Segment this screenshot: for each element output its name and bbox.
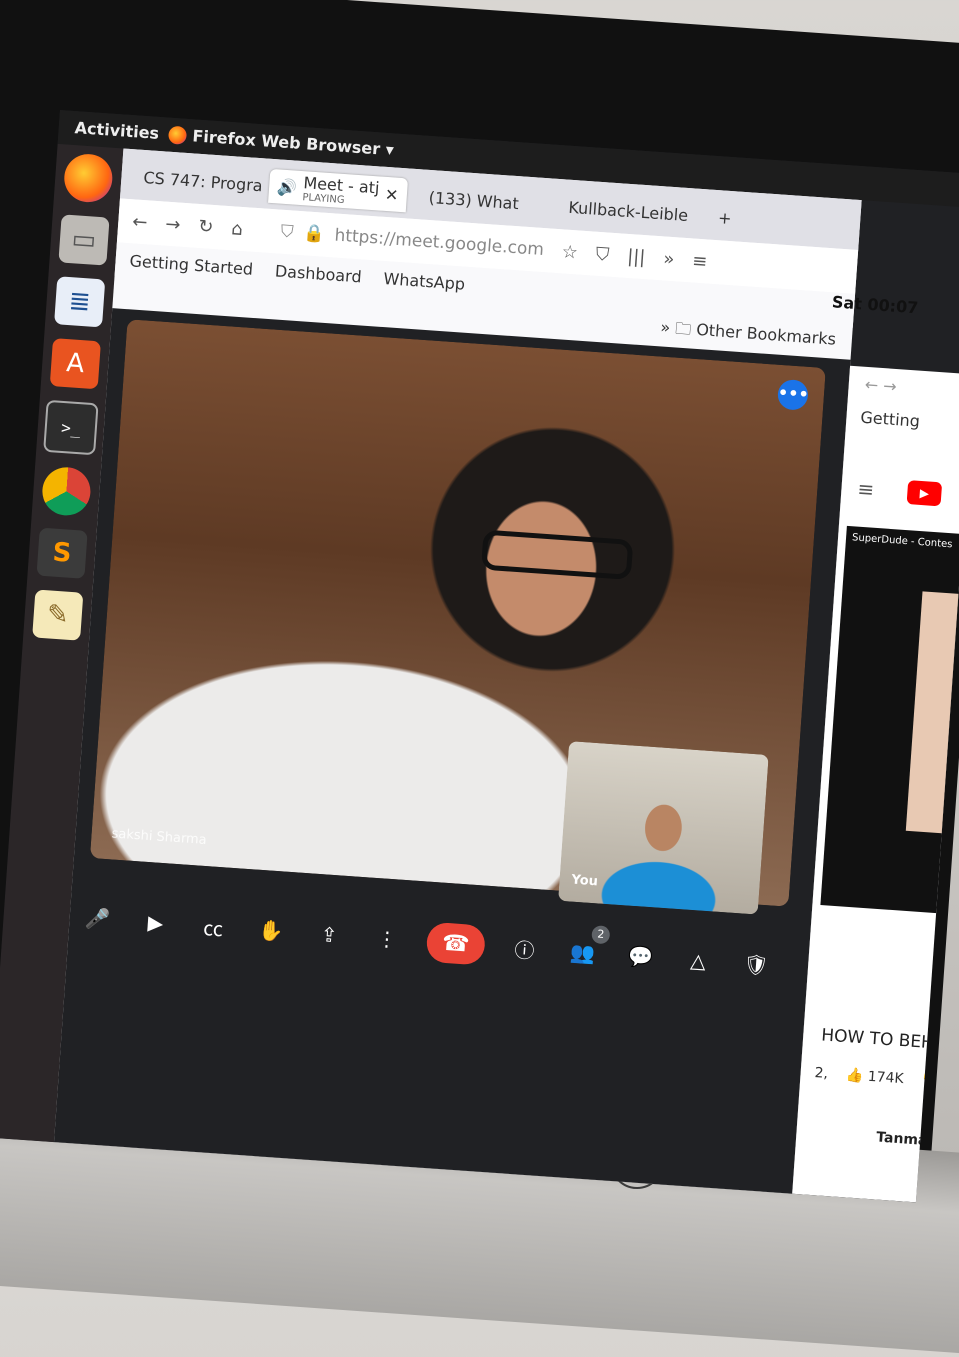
like-count: 174K — [867, 1068, 905, 1088]
pocket-icon[interactable]: ⛉ — [595, 243, 610, 265]
tab-label: Kullback-Leible — [567, 197, 689, 225]
software-store-icon[interactable]: A — [49, 338, 101, 390]
notes-icon[interactable]: ✎ — [32, 589, 84, 641]
bookmark-whatsapp[interactable]: WhatsApp — [383, 269, 466, 294]
tab-meet[interactable]: 🔊 Meet - atj PLAYING ✕ — [268, 168, 408, 213]
close-tab-icon[interactable]: ✕ — [384, 184, 399, 204]
info-icon[interactable]: ⓘ — [505, 929, 543, 967]
participants-icon[interactable]: 👥 2 — [563, 925, 611, 971]
firefox-icon[interactable] — [62, 152, 114, 204]
channel-name[interactable]: Tanmay Bhat — [876, 1129, 959, 1152]
forward-icon[interactable]: → — [883, 376, 898, 396]
menu-icon[interactable]: ≡ — [692, 250, 709, 272]
speaker-icon: 🔊 — [276, 176, 298, 198]
new-tab-button[interactable]: + — [709, 200, 741, 236]
hamburger-icon[interactable]: ≡ — [857, 477, 875, 502]
thumbs-up-icon: 👍 — [845, 1067, 869, 1085]
screen: Activities Firefox Web Browser ▾ ▭ ≣ A >… — [0, 110, 959, 1203]
glasses-shape — [480, 529, 634, 580]
youtube-video[interactable]: SuperDude - Contes — [820, 525, 959, 919]
participant-name: sakshi Sharma — [111, 826, 208, 848]
more-options-icon[interactable]: ••• — [776, 378, 809, 411]
chat-icon[interactable]: 💬 — [621, 937, 659, 975]
video-title: SuperDude - Contes — [851, 532, 953, 551]
overflow-icon[interactable]: » — [663, 248, 675, 270]
more-vert-icon[interactable]: ⋮ — [368, 920, 406, 958]
tab-whatsapp[interactable]: (133) What — [420, 179, 528, 220]
video-stats: 2, 👍 174K 👎 2.4K ✂ — [814, 1065, 959, 1094]
back-icon[interactable]: ← — [864, 375, 879, 395]
like-button[interactable]: 👍 174K — [845, 1067, 904, 1087]
firefox-window: CS 747: Progra 🔊 Meet - atj PLAYING ✕ (1… — [53, 148, 862, 1194]
end-call-button[interactable]: ☎ — [425, 921, 487, 966]
tab-label: CS 747: Progra — [142, 167, 264, 195]
home-icon[interactable]: ⌂ — [231, 218, 244, 240]
meet-stage: sakshi Sharma ••• You 🎤 ▶ ㏄ ✋ ⇪ ⋮ ☎ ⓘ 👥 … — [53, 308, 851, 1194]
writer-icon[interactable]: ≣ — [54, 276, 106, 328]
self-view-video[interactable]: You — [558, 741, 769, 915]
tab-label: (133) What — [428, 187, 520, 213]
yt-bookmark[interactable]: Getting — [845, 401, 959, 446]
app-menu-label: Firefox Web Browser ▾ — [191, 126, 395, 160]
files-icon[interactable]: ▭ — [58, 214, 110, 266]
activities-icon[interactable]: △ — [679, 941, 717, 979]
folder-icon: » 🗀 — [659, 317, 698, 339]
dislike-count: 2.4K — [942, 1074, 959, 1093]
self-view-label: You — [571, 872, 599, 890]
bookmark-dashboard[interactable]: Dashboard — [274, 261, 362, 286]
shield-icon: ⛉ — [280, 221, 295, 243]
lock-icon: 🔒 — [302, 223, 326, 245]
views-count: 2, — [814, 1065, 829, 1082]
tab-kullback[interactable]: Kullback-Leible — [559, 189, 697, 232]
back-icon[interactable]: ← — [132, 211, 149, 233]
microphone-icon[interactable]: 🎤 — [78, 899, 116, 937]
firefox-icon — [167, 125, 188, 145]
bookmark-star-icon[interactable]: ☆ — [561, 241, 579, 263]
tab-cs747[interactable]: CS 747: Progra — [134, 159, 271, 202]
activities-button[interactable]: Activities — [74, 118, 160, 143]
present-screen-icon[interactable]: ⇪ — [310, 916, 348, 954]
captions-icon[interactable]: ㏄ — [194, 907, 232, 945]
camera-icon[interactable]: ▶ — [136, 903, 174, 941]
raise-hand-icon[interactable]: ✋ — [252, 912, 290, 950]
terminal-icon[interactable]: >_ — [43, 399, 99, 456]
url-bar[interactable]: ⛉ 🔒 https://meet.google.com — [280, 222, 544, 260]
sublime-icon[interactable]: S — [36, 527, 88, 579]
tab-meet-labels: Meet - atj PLAYING — [302, 173, 380, 208]
youtube-logo-icon[interactable]: ▶ — [906, 480, 943, 507]
library-icon[interactable]: ||| — [627, 245, 647, 267]
host-controls-icon[interactable]: 🛡 — [737, 945, 775, 983]
participants-badge: 2 — [591, 925, 611, 945]
bookmark-getting-started[interactable]: Getting Started — [129, 251, 254, 279]
reload-icon[interactable]: ↻ — [198, 215, 215, 237]
chrome-icon[interactable] — [40, 465, 93, 517]
forward-icon[interactable]: → — [165, 213, 182, 235]
url-text: https://meet.google.com — [333, 225, 545, 261]
